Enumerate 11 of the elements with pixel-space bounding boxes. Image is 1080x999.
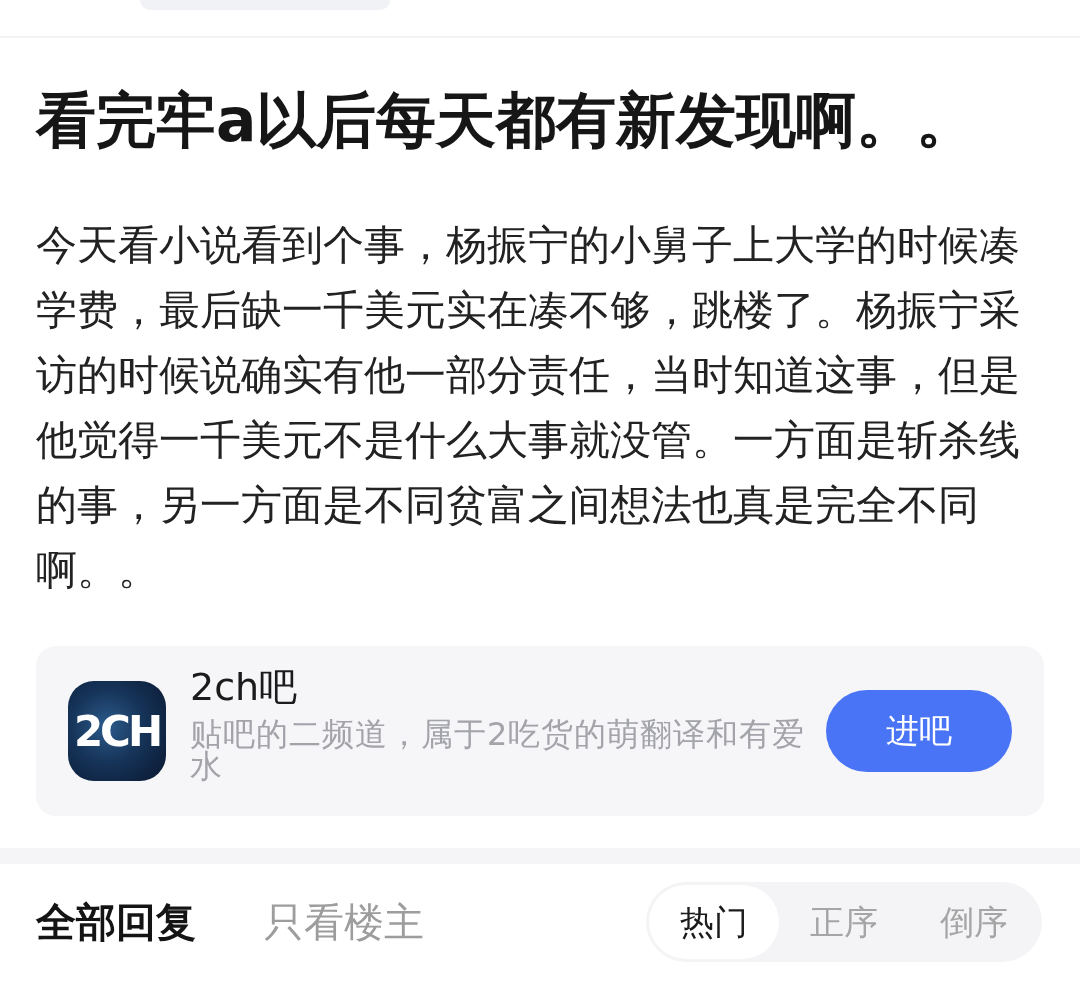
forum-name: 2ch吧 [190,664,298,710]
enter-forum-button[interactable]: 进吧 [826,690,1012,772]
reply-tab[interactable]: 全部回复 [36,897,196,947]
reply-tab[interactable]: 只看楼主 [264,897,424,947]
sort-option[interactable]: 倒序 [909,885,1039,959]
post-title: 看完牢a以后每天都有新发现啊。。 [36,85,978,155]
forum-logo: 2CH [68,681,166,781]
sort-option[interactable]: 热门 [649,885,779,959]
sort-option[interactable]: 正序 [779,885,909,959]
forum-description: 贴吧的二频道，属于2吃货的萌翻译和有爱水 [190,718,807,782]
post-body: 今天看小说看到个事，杨振宁的小舅子上大学的时候凑学费，最后缺一千美元实在凑不够，跳楼了。杨振宁采访的时候说确实有他一部分责任，当时知道这事，但是他觉得一千美元不是什么大事就没管。一方面是斩杀线的事，另一方面是不同贫富之间想法也真是完全不同啊。。 [36,220,1021,596]
